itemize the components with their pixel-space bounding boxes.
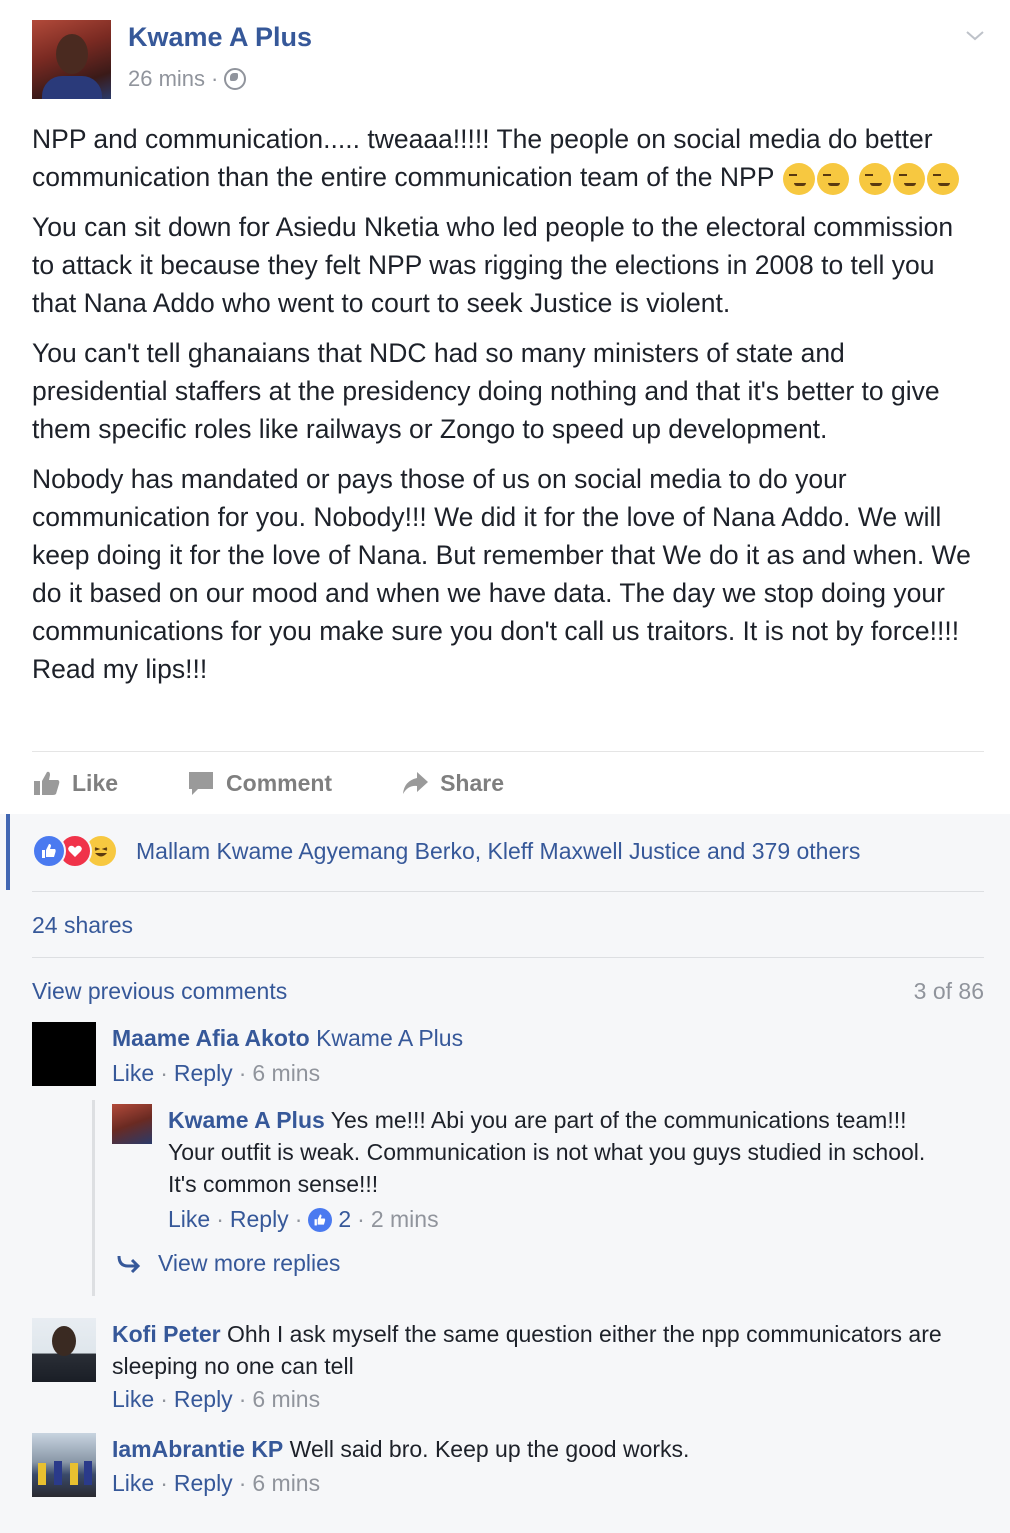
comment-text: Well said bro. Keep up the good works. xyxy=(289,1436,690,1462)
like-reaction-icon xyxy=(32,834,66,868)
commenter-name[interactable]: Kofi Peter xyxy=(112,1321,221,1347)
view-more-replies-link[interactable]: View more replies xyxy=(116,1250,340,1277)
like-count-icon xyxy=(308,1207,333,1232)
post-meta: 26 mins · xyxy=(128,66,247,92)
smirk-emoji-icon xyxy=(783,163,816,195)
feedback-accent-bar xyxy=(6,814,10,890)
post-actions: Like Comment Share xyxy=(32,762,572,804)
smirk-emoji-icon xyxy=(926,163,959,195)
divider xyxy=(32,957,984,958)
post-paragraph: You can't tell ghanaians that NDC had so… xyxy=(32,338,940,444)
comment-icon xyxy=(189,772,214,795)
view-more-replies-label: View more replies xyxy=(158,1250,341,1276)
reply-reply-link[interactable]: Reply xyxy=(230,1206,289,1233)
comment-text: Ohh I ask myself the same question eithe… xyxy=(112,1321,942,1379)
comment-like-link[interactable]: Like xyxy=(112,1386,154,1413)
comment-reply-link[interactable]: Reply xyxy=(174,1060,233,1087)
comment-time[interactable]: 6 mins xyxy=(252,1470,320,1497)
comment-label: Comment xyxy=(226,769,333,796)
divider xyxy=(32,751,984,752)
comment-body: IamAbrantie KP Well said bro. Keep up th… xyxy=(112,1433,972,1465)
commenter-name[interactable]: IamAbrantie KP xyxy=(112,1436,283,1462)
comment-like-link[interactable]: Like xyxy=(112,1060,154,1087)
reply-like-link[interactable]: Like xyxy=(168,1206,210,1233)
commenter-avatar[interactable] xyxy=(32,1022,96,1086)
author-avatar[interactable] xyxy=(32,20,111,99)
comment-actions: Like · Reply · 6 mins xyxy=(112,1470,321,1497)
share-arrow-icon xyxy=(403,772,429,794)
commenter-avatar[interactable] xyxy=(32,1433,96,1497)
reply-time[interactable]: 2 mins xyxy=(371,1206,439,1233)
post-paragraph: You can sit down for Asiedu Nketia who l… xyxy=(32,212,954,318)
divider xyxy=(32,891,984,892)
comment-like-link[interactable]: Like xyxy=(112,1470,154,1497)
reply-body: Kwame A Plus Yes me!!! Abi you are part … xyxy=(168,1104,958,1200)
reactions-summary[interactable]: Mallam Kwame Agyemang Berko, Kleff Maxwe… xyxy=(136,838,860,865)
thumbs-up-icon xyxy=(34,771,60,795)
globe-icon[interactable] xyxy=(224,68,247,90)
comment-body: Kofi Peter Ohh I ask myself the same que… xyxy=(112,1318,972,1382)
shares-count[interactable]: 24 shares xyxy=(32,912,133,939)
post-card: Kwame A Plus 26 mins · NPP and communica… xyxy=(0,0,1010,814)
comment-count: 3 of 86 xyxy=(913,978,984,1004)
comment-reply-link[interactable]: Reply xyxy=(174,1386,233,1413)
author-name[interactable]: Kwame A Plus xyxy=(128,22,312,53)
post-time[interactable]: 26 mins xyxy=(128,66,205,92)
reply-author-name[interactable]: Kwame A Plus xyxy=(168,1107,325,1133)
comment-actions: Like · Reply · 6 mins xyxy=(112,1060,321,1087)
comment-reply-link[interactable]: Reply xyxy=(174,1470,233,1497)
reply-arrow-icon xyxy=(117,1255,141,1273)
chevron-down-icon[interactable] xyxy=(964,24,986,46)
comment-body: Maame Afia Akoto Kwame A Plus xyxy=(112,1022,972,1054)
commenter-avatar[interactable] xyxy=(32,1318,96,1382)
view-previous-comments-link[interactable]: View previous comments xyxy=(32,978,287,1005)
meta-separator: · xyxy=(211,66,219,91)
reply-avatar[interactable] xyxy=(112,1104,152,1144)
comment-button[interactable]: Comment xyxy=(186,768,332,798)
comment-time[interactable]: 6 mins xyxy=(252,1386,320,1413)
smirk-emoji-icon xyxy=(817,163,850,195)
share-button[interactable]: Share xyxy=(400,768,504,798)
smirk-emoji-icon xyxy=(892,163,925,195)
smirk-emoji-icon xyxy=(858,163,891,195)
like-label: Like xyxy=(72,769,119,796)
comment-actions: Like · Reply · 6 mins xyxy=(112,1386,321,1413)
share-label: Share xyxy=(440,769,505,796)
comment-time[interactable]: 6 mins xyxy=(252,1060,320,1087)
post-paragraph: Nobody has mandated or pays those of us … xyxy=(32,464,971,684)
like-button[interactable]: Like xyxy=(32,768,118,798)
post-paragraph: NPP and communication..... tweaaa!!!!! T… xyxy=(32,120,982,196)
reply-thread-line xyxy=(92,1100,95,1296)
commenter-name[interactable]: Maame Afia Akoto xyxy=(112,1025,310,1051)
reaction-icons[interactable] xyxy=(32,834,118,868)
reply-like-count[interactable]: 2 xyxy=(338,1206,351,1233)
tagged-user[interactable]: Kwame A Plus xyxy=(316,1025,463,1051)
post-body: NPP and communication..... tweaaa!!!!! T… xyxy=(32,120,982,700)
reply-actions: Like · Reply · 2 · 2 mins xyxy=(168,1206,439,1233)
